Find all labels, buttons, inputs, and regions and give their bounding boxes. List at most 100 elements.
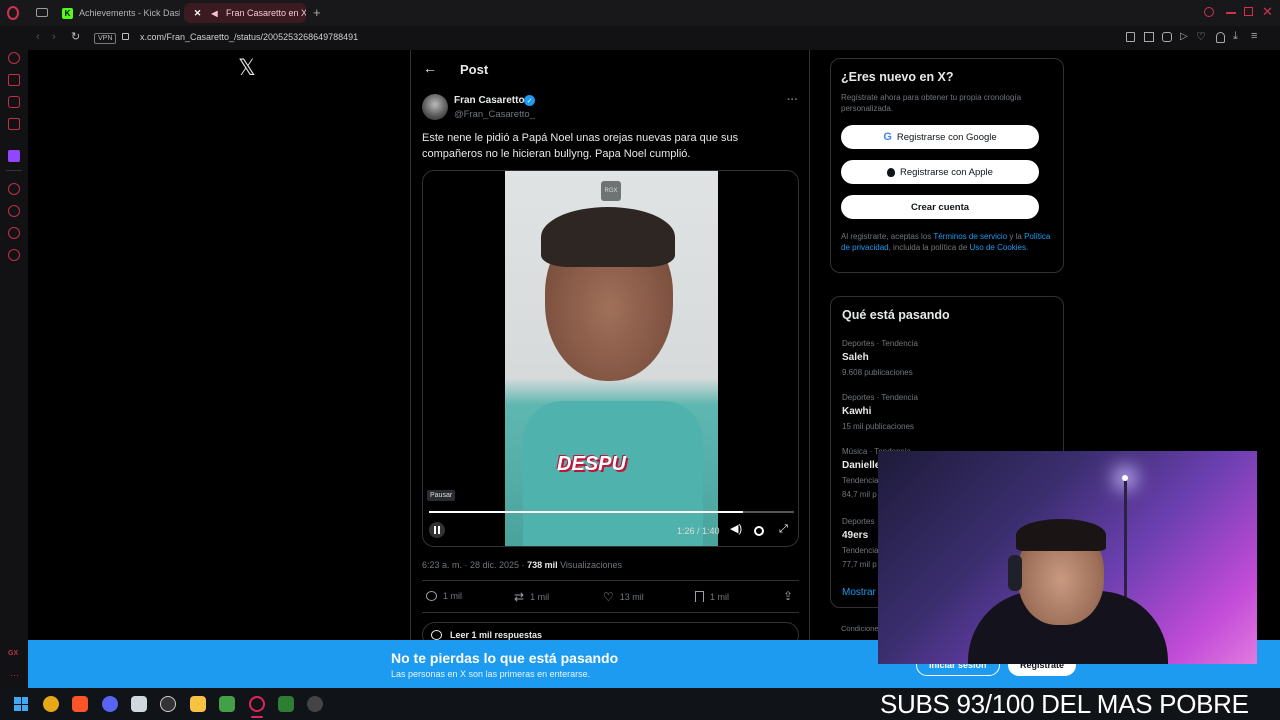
menu-icon[interactable]: ≡ — [1251, 30, 1257, 42]
repost-icon: ⇄ — [514, 590, 525, 604]
repost-button[interactable]: ⇄ 1 mil — [514, 590, 549, 604]
heart-icon: ♡ — [603, 590, 614, 604]
webcam-headset — [1008, 555, 1022, 591]
new-tab-button[interactable]: + — [313, 5, 321, 20]
opera-gx-icon[interactable] — [249, 696, 265, 712]
sidebar-ai-icon[interactable] — [8, 52, 20, 64]
comment-icon — [431, 630, 442, 640]
video-frame: RGX DESPU — [505, 171, 718, 546]
forward-icon[interactable]: › — [52, 31, 56, 43]
tab-fran-casaretto[interactable]: ✕ ◀ Fran Casaretto en X: " — [184, 3, 306, 23]
audio-playing-icon[interactable]: ◀ — [209, 8, 220, 19]
windows-start-icon[interactable] — [14, 697, 28, 711]
video-person-hair — [541, 207, 675, 267]
fullscreen-icon[interactable]: ⤢ — [779, 523, 788, 536]
gamepad-icon[interactable] — [219, 696, 235, 712]
opera-menu-icon[interactable] — [7, 6, 19, 20]
trend-item[interactable]: Deportes · Tendencia Saleh 9.608 publica… — [842, 339, 1052, 377]
sidebar-gx-icon[interactable]: GX — [8, 650, 18, 657]
workspaces-icon[interactable] — [36, 8, 48, 17]
sidebar-more-icon[interactable]: ··· — [10, 670, 19, 680]
coin-app-icon[interactable] — [43, 696, 59, 712]
footer-links[interactable]: Condicione — [841, 624, 879, 633]
file-explorer-icon[interactable] — [190, 696, 206, 712]
create-account-button[interactable]: Crear cuenta — [841, 195, 1039, 219]
maximize-button[interactable] — [1244, 7, 1253, 16]
sidebar-news-icon[interactable] — [8, 118, 20, 130]
author-name[interactable]: Fran Casaretto — [454, 95, 525, 106]
more-options-icon[interactable]: ··· — [787, 94, 798, 106]
close-window-button[interactable]: ✕ — [1262, 4, 1273, 20]
obs-icon[interactable] — [160, 696, 176, 712]
signup-apple-button[interactable]: Registrarse con Apple — [841, 160, 1039, 184]
actions-divider — [422, 612, 799, 613]
webcam-lamp-pole — [1124, 481, 1127, 601]
pause-button[interactable] — [429, 522, 445, 538]
sidebar-wallet-icon[interactable] — [8, 96, 20, 108]
trend-count: 15 mil publicaciones — [842, 422, 915, 431]
brave-browser-icon[interactable] — [72, 696, 88, 712]
show-more-link[interactable]: Mostrar — [842, 587, 876, 598]
bookmark-count: 1 mil — [710, 591, 730, 602]
sidebar-bookmarks-icon[interactable] — [8, 227, 20, 239]
post-timestamp[interactable]: 6:23 a. m. · 28 dic. 2025 · — [422, 560, 527, 570]
sidebar-settings-icon[interactable] — [8, 249, 20, 261]
settings-gear-icon[interactable] — [754, 526, 764, 536]
bookmark-button[interactable]: 1 mil — [695, 591, 729, 602]
video-time: 1:26 / 1:40 — [677, 526, 720, 536]
progress-track[interactable] — [429, 511, 794, 513]
adblock-icon[interactable] — [1162, 32, 1172, 42]
signup-google-button[interactable]: G Registrarse con Google — [841, 125, 1039, 149]
video-player[interactable]: RGX DESPU Pausar 1:26 / 1:40 ◀) ⤢ — [422, 170, 799, 547]
discord-icon[interactable] — [102, 696, 118, 712]
search-tabs-icon[interactable] — [1204, 7, 1214, 17]
sidebar-history-icon[interactable] — [8, 205, 20, 217]
sidebar-twitch-icon[interactable] — [8, 150, 20, 162]
author-handle[interactable]: @Fran_Casaretto_ — [454, 109, 535, 120]
like-button[interactable]: ♡ 13 mil — [603, 590, 644, 604]
sidebar-player-icon[interactable] — [8, 183, 20, 195]
signup-legal: Al registrarte, aceptas los Términos de … — [841, 231, 1057, 253]
vpn-badge[interactable]: VPN — [94, 33, 117, 44]
player-icon[interactable]: ▷ — [1180, 31, 1188, 42]
trend-item[interactable]: Deportes · Tendencia Kawhi 15 mil public… — [842, 393, 1052, 431]
bookmark-icon — [695, 591, 704, 602]
trends-title: Qué está pasando — [842, 308, 950, 322]
google-button-label: Registrarse con Google — [896, 131, 997, 143]
volume-icon[interactable]: ◀) — [730, 522, 742, 535]
xbox-icon[interactable] — [278, 696, 294, 712]
back-icon[interactable]: ‹ — [36, 31, 40, 43]
signup-subtitle: Regístrate ahora para obtener tu propia … — [841, 93, 1022, 113]
profile-icon[interactable] — [1216, 32, 1225, 43]
verified-badge-icon: ✓ — [524, 95, 535, 106]
url-field[interactable]: x.com/Fran_Casaretto_/status/20052532686… — [140, 32, 358, 42]
read-replies-button[interactable]: Leer 1 mil respuestas — [422, 622, 799, 640]
store-icon[interactable] — [131, 696, 147, 712]
extensions-icon[interactable] — [1144, 32, 1154, 42]
download-icon[interactable]: ⤓ — [1233, 30, 1238, 43]
sidebar-divider — [6, 170, 22, 171]
avatar[interactable] — [422, 94, 448, 120]
reply-button[interactable]: 1 mil — [426, 591, 462, 601]
heart-icon[interactable]: ♡ — [1196, 30, 1206, 43]
share-icon[interactable]: ⇪ — [783, 589, 793, 603]
video-watermark: RGX — [601, 181, 621, 201]
legal-text: Al registrarte, aceptas los — [841, 232, 934, 241]
terms-link[interactable]: Términos de servicio — [933, 232, 1007, 241]
reload-icon[interactable]: ↻ — [71, 30, 80, 43]
post-meta: 6:23 a. m. · 28 dic. 2025 · 738 mil Visu… — [422, 560, 622, 570]
trend-name: Saleh — [842, 352, 869, 363]
read-replies-label: Leer 1 mil respuestas — [450, 630, 543, 640]
sidebar-shop-icon[interactable] — [8, 74, 20, 86]
trend-context: Deportes · Tendencia — [842, 393, 918, 402]
lock-icon — [122, 33, 129, 40]
cookies-link[interactable]: Uso de Cookies — [970, 243, 1026, 252]
tab-achievements[interactable]: K Achievements - Kick Dash — [54, 3, 180, 23]
apple-button-label: Registrarse con Apple — [900, 166, 993, 178]
minimize-button[interactable] — [1226, 12, 1236, 14]
app-icon[interactable] — [307, 696, 323, 712]
back-arrow-icon[interactable]: ← — [423, 60, 437, 76]
snapshot-icon[interactable] — [1126, 32, 1135, 42]
x-logo-icon[interactable]: 𝕏 — [238, 56, 256, 81]
browser-tab-bar: K Achievements - Kick Dash ✕ ◀ Fran Casa… — [0, 0, 1280, 26]
